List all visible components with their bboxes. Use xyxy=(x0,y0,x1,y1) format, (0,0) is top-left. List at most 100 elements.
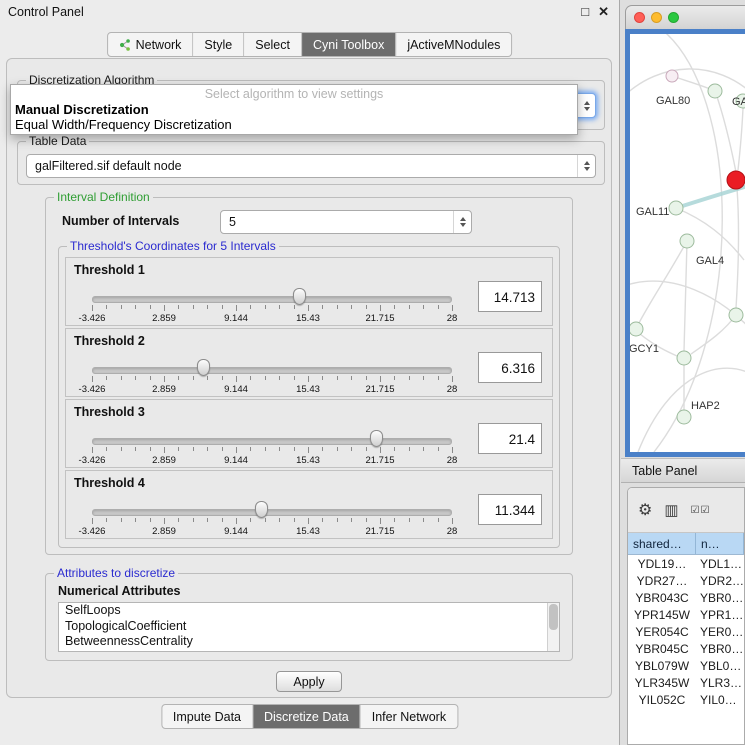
slider-tick-labels: -3.4262.8599.14415.4321.71528 xyxy=(92,384,452,395)
tick-label: 2.859 xyxy=(152,384,176,395)
tick-mark xyxy=(106,305,107,309)
tick-mark xyxy=(279,305,280,309)
network-canvas[interactable]: GAL80GAGAL11GAL4GCY1HAP2 xyxy=(630,34,745,452)
threshold-slider[interactable]: -3.4262.8599.14415.4321.71528 xyxy=(92,400,452,469)
column-header[interactable]: n… xyxy=(696,533,744,554)
close-icon[interactable]: ✕ xyxy=(598,4,609,20)
gear-icon[interactable]: ⚙ xyxy=(638,500,652,520)
network-node[interactable] xyxy=(677,351,691,365)
tick-label: -3.426 xyxy=(79,526,106,537)
float-window-icon[interactable]: □ xyxy=(581,4,589,20)
columns-icon[interactable]: ▥ xyxy=(664,501,678,519)
slider-thumb[interactable] xyxy=(197,359,210,376)
threshold-value-field[interactable]: 14.713 xyxy=(478,281,542,312)
tick-mark xyxy=(193,447,194,451)
tick-mark xyxy=(236,305,237,311)
threshold-slider[interactable]: -3.4262.8599.14415.4321.71528 xyxy=(92,471,452,540)
table-row[interactable]: YBR043CYBR0… xyxy=(628,589,744,606)
tick-mark xyxy=(394,305,395,309)
table-cell: YBL079W xyxy=(628,659,696,673)
tick-mark xyxy=(92,376,93,382)
table-cell: YDL1… xyxy=(696,557,744,571)
minimize-traffic-light-icon[interactable] xyxy=(651,12,662,23)
zoom-traffic-light-icon[interactable] xyxy=(668,12,679,23)
network-edge xyxy=(691,315,736,354)
bottom-tab-infer-network[interactable]: Infer Network xyxy=(361,705,457,728)
combo-stepper-icon[interactable] xyxy=(577,94,595,117)
table-row[interactable]: YLR345WYLR3… xyxy=(628,674,744,691)
network-node[interactable] xyxy=(677,410,691,424)
list-item[interactable]: TopologicalCoefficient xyxy=(59,619,559,635)
slider-track[interactable] xyxy=(92,367,452,374)
tab-cyni-toolbox[interactable]: Cyni Toolbox xyxy=(302,33,396,56)
scrollbar-thumb[interactable] xyxy=(549,604,558,630)
tick-mark xyxy=(322,305,323,309)
dropdown-option[interactable]: Equal Width/Frequency Discretization xyxy=(11,117,577,132)
scrollbar[interactable] xyxy=(547,603,559,651)
column-header[interactable]: shared… xyxy=(628,533,696,554)
close-traffic-light-icon[interactable] xyxy=(634,12,645,23)
tick-mark xyxy=(222,518,223,522)
table-toolbar: ⚙ ▥ ☑☑ xyxy=(628,488,744,533)
threshold-slider[interactable]: -3.4262.8599.14415.4321.71528 xyxy=(92,329,452,398)
slider-thumb[interactable] xyxy=(255,501,268,518)
network-node[interactable] xyxy=(669,201,683,215)
network-node[interactable] xyxy=(727,171,745,189)
list-item[interactable]: SelfLoops xyxy=(59,603,559,619)
threshold-value-field[interactable]: 21.4 xyxy=(478,423,542,454)
network-node[interactable] xyxy=(630,322,643,336)
tick-mark xyxy=(452,518,453,524)
tick-label: 21.715 xyxy=(365,384,394,395)
table-cell: YBR0… xyxy=(696,591,744,605)
tick-mark xyxy=(178,518,179,522)
combo-stepper-icon[interactable] xyxy=(453,211,471,233)
bottom-tab-discretize-data[interactable]: Discretize Data xyxy=(253,705,361,728)
tab-style[interactable]: Style xyxy=(193,33,244,56)
table-row[interactable]: YER054CYER0… xyxy=(628,623,744,640)
tick-label: 15.43 xyxy=(296,384,320,395)
cyni-toolbox-panel: Discretization Algorithm Table Data galF… xyxy=(6,58,612,698)
slider-track[interactable] xyxy=(92,296,452,303)
list-item[interactable]: BetweennessCentrality xyxy=(59,634,559,650)
table-row[interactable]: YDR27…YDR2… xyxy=(628,572,744,589)
dropdown-option[interactable]: Manual Discretization xyxy=(11,102,577,117)
select-columns-icon[interactable]: ☑☑ xyxy=(691,505,711,516)
threshold-value-field[interactable]: 6.316 xyxy=(478,352,542,383)
threshold-slider[interactable]: -3.4262.8599.14415.4321.71528 xyxy=(92,258,452,327)
slider-ticks xyxy=(92,376,452,383)
table-row[interactable]: YIL052CYIL0… xyxy=(628,691,744,708)
tick-mark xyxy=(222,305,223,309)
tick-mark xyxy=(121,376,122,380)
tab-label: Network xyxy=(136,38,182,52)
numerical-attributes-label: Numerical Attributes xyxy=(58,584,180,598)
network-node-label: GCY1 xyxy=(630,343,659,355)
network-node[interactable] xyxy=(708,84,722,98)
apply-button[interactable]: Apply xyxy=(276,671,342,692)
slider-tick-labels: -3.4262.8599.14415.4321.71528 xyxy=(92,526,452,537)
numerical-attributes-list[interactable]: SelfLoopsTopologicalCoefficientBetweenne… xyxy=(58,602,560,652)
combo-stepper-icon[interactable] xyxy=(577,155,595,177)
tick-mark xyxy=(337,305,338,309)
tab-jactivemnodules[interactable]: jActiveMNodules xyxy=(396,33,511,56)
table-data-combo[interactable]: galFiltered.sif default node xyxy=(26,154,596,178)
tab-select[interactable]: Select xyxy=(244,33,302,56)
tick-mark xyxy=(193,305,194,309)
slider-track[interactable] xyxy=(92,509,452,516)
table-row[interactable]: YBR045CYBR0… xyxy=(628,640,744,657)
tick-mark xyxy=(337,518,338,522)
network-node[interactable] xyxy=(729,308,743,322)
tick-mark xyxy=(308,376,309,382)
table-row[interactable]: YBL079WYBL0… xyxy=(628,657,744,674)
slider-thumb[interactable] xyxy=(370,430,383,447)
tick-mark xyxy=(452,447,453,453)
network-node[interactable] xyxy=(680,234,694,248)
tick-mark xyxy=(294,376,295,380)
table-row[interactable]: YDL19…YDL1… xyxy=(628,555,744,572)
tab-network[interactable]: Network xyxy=(108,33,194,56)
network-node[interactable] xyxy=(666,70,678,82)
threshold-value-field[interactable]: 11.344 xyxy=(478,494,542,525)
number-of-intervals-combo[interactable]: 5 xyxy=(220,210,472,234)
bottom-tab-impute-data[interactable]: Impute Data xyxy=(162,705,253,728)
table-row[interactable]: YPR145WYPR1… xyxy=(628,606,744,623)
slider-track[interactable] xyxy=(92,438,452,445)
